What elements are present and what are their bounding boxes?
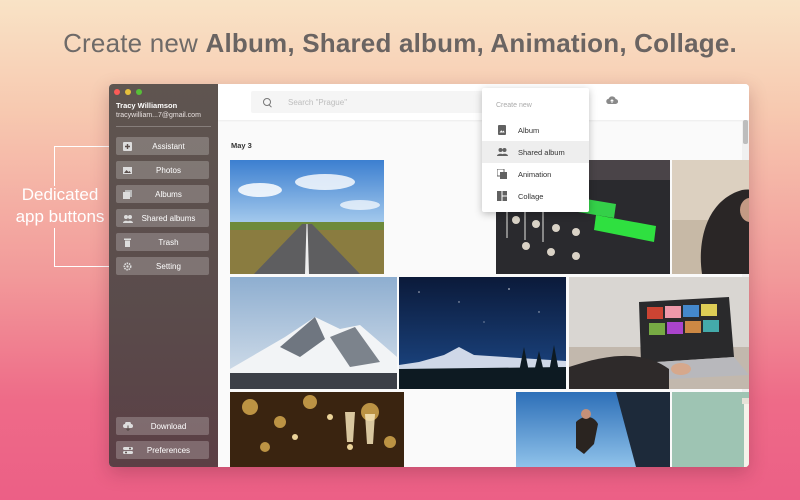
app-window: Tracy Williamson tracywilliam...7@gmail.… [109, 84, 749, 467]
callout-bracket [54, 266, 116, 267]
download-button[interactable]: Download [116, 417, 209, 435]
main-content: May 3 [218, 84, 749, 467]
photo-laptop[interactable] [569, 277, 749, 389]
trash-icon [123, 238, 132, 247]
sidebar-item-label: Setting [156, 261, 181, 271]
photo-couple-jump[interactable] [516, 392, 670, 467]
shared-albums-icon [123, 214, 133, 223]
download-icon [123, 420, 133, 431]
sidebar-item-label: Albums [155, 189, 182, 199]
callout-bracket [54, 146, 55, 186]
search-bar[interactable] [251, 91, 496, 113]
search-input[interactable] [288, 97, 468, 107]
preferences-button[interactable]: Preferences [116, 441, 209, 459]
albums-icon [123, 189, 132, 199]
headline-items: Album, Shared album, Animation, Collage. [205, 28, 737, 58]
callout-bracket [54, 228, 55, 266]
photo-snow-mountain[interactable] [230, 277, 397, 389]
assistant-icon [123, 141, 132, 151]
create-new-menu: Create new Album Shared album Animation [482, 88, 589, 212]
photo-night-sky[interactable] [399, 277, 566, 389]
menu-item-collage[interactable]: Collage [482, 185, 589, 207]
photo-champagne-bokeh[interactable] [230, 392, 404, 467]
callout-line-1: Dedicated [21, 185, 99, 204]
callout-bracket [54, 146, 116, 147]
shared-album-icon [497, 147, 508, 157]
sidebar-item-trash[interactable]: Trash [116, 233, 209, 251]
menu-item-album[interactable]: Album [482, 119, 589, 141]
sidebar-item-albums[interactable]: Albums [116, 185, 209, 203]
sidebar-item-assistant[interactable]: Assistant [116, 137, 209, 155]
close-window-button[interactable] [114, 89, 120, 95]
gear-icon [123, 261, 132, 271]
sidebar-item-label: Photos [156, 165, 181, 175]
headline: Create new Album, Shared album, Animatio… [0, 28, 800, 59]
upload-icon[interactable] [606, 96, 618, 105]
download-label: Download [150, 421, 187, 431]
menu-item-label: Collage [518, 191, 544, 201]
callout-text: Dedicated app buttons [10, 184, 110, 228]
zoom-window-button[interactable] [136, 89, 142, 95]
album-icon [497, 125, 507, 135]
menu-item-animation[interactable]: Animation [482, 163, 589, 185]
sidebar-item-setting[interactable]: Setting [116, 257, 209, 275]
sidebar-item-photos[interactable]: Photos [116, 161, 209, 179]
photo-hooded-person[interactable] [672, 160, 749, 274]
minimize-window-button[interactable] [125, 89, 131, 95]
preferences-icon [123, 446, 133, 455]
photo-door[interactable] [672, 392, 749, 467]
menu-item-label: Album [518, 125, 540, 135]
sidebar-item-label: Shared albums [141, 213, 196, 223]
sidebar-item-shared-albums[interactable]: Shared albums [116, 209, 209, 227]
photos-icon [123, 166, 132, 175]
user-name: Tracy Williamson [116, 101, 178, 110]
menu-item-label: Shared album [518, 147, 565, 157]
animation-icon [496, 168, 507, 179]
window-controls [114, 89, 142, 95]
sidebar-divider [116, 126, 211, 127]
scrollbar-thumb[interactable] [743, 120, 748, 144]
menu-title: Create new [496, 102, 532, 109]
search-icon[interactable] [263, 97, 272, 107]
date-label: May 3 [231, 141, 252, 150]
sidebar: Tracy Williamson tracywilliam...7@gmail.… [109, 84, 218, 467]
user-email: tracywilliam...7@gmail.com [116, 112, 201, 119]
callout-line-2: app buttons [15, 207, 105, 226]
collage-icon [497, 191, 507, 201]
photo-road[interactable] [230, 160, 384, 274]
menu-item-shared-album[interactable]: Shared album [482, 141, 589, 163]
sidebar-item-label: Assistant [152, 141, 185, 151]
menu-item-label: Animation [518, 169, 552, 179]
preferences-label: Preferences [146, 445, 191, 455]
sidebar-item-label: Trash [158, 237, 179, 247]
headline-prefix: Create new [63, 28, 206, 58]
